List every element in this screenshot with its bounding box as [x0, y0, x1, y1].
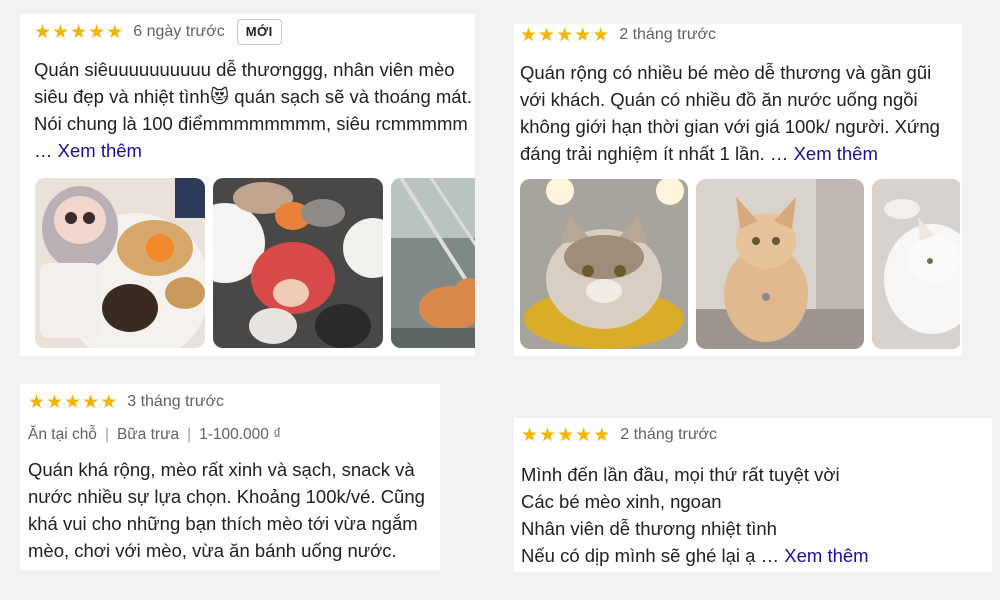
star-icon: ★	[557, 424, 575, 446]
review-date: 6 ngày trước	[133, 23, 225, 40]
star-icon: ★	[34, 21, 52, 43]
review-photos	[35, 178, 475, 348]
review-photo-2[interactable]	[213, 178, 383, 348]
star-icon: ★	[28, 391, 46, 413]
star-icon: ★	[100, 391, 118, 413]
separator: |	[104, 426, 109, 443]
rating-row: ★ ★ ★ ★ ★ 6 ngày trước MỚI	[34, 18, 465, 46]
meal-type: Bữa trưa	[116, 426, 180, 443]
review-text: Quán khá rộng, mèo rất xinh và sạch, sna…	[28, 456, 440, 564]
star-icon: ★	[88, 21, 106, 43]
star-rating: ★ ★ ★ ★ ★	[34, 22, 123, 42]
review-card-4: ★ ★ ★ ★ ★ 2 tháng trước Mình đến lần đầu, mọ…	[514, 418, 992, 572]
star-icon: ★	[521, 424, 539, 446]
star-icon: ★	[64, 391, 82, 413]
star-icon: ★	[70, 21, 88, 43]
review-body: Quán khá rộng, mèo rất xinh và sạch, sna…	[28, 459, 425, 561]
cafe-table-photo	[35, 178, 205, 348]
star-icon: ★	[82, 391, 100, 413]
review-line: Các bé mèo xinh, ngoan	[521, 491, 722, 512]
star-icon: ★	[106, 21, 124, 43]
see-more-link[interactable]: Xem thêm	[58, 140, 142, 161]
star-icon: ★	[538, 24, 556, 46]
review-card-2: ★ ★ ★ ★ ★ 2 tháng trước Quán rộng có nhiều b…	[514, 24, 962, 356]
review-date: 2 tháng trước	[620, 426, 718, 443]
price-range: 1-100.000 ₫	[199, 426, 282, 443]
service-type: Ăn tại chỗ	[28, 426, 97, 443]
star-icon: ★	[575, 424, 593, 446]
visit-details: Ăn tại chỗ | Bữa trưa | 1-100.000 ₫	[28, 426, 436, 444]
review-line: Mình đến lần đầu, mọi thứ rất tuyệt vời	[521, 464, 840, 485]
star-rating: ★ ★ ★ ★ ★	[521, 425, 610, 445]
see-more-link[interactable]: Xem thêm	[794, 143, 878, 164]
new-badge: MỚI	[236, 19, 282, 45]
star-icon: ★	[539, 424, 557, 446]
tabby-cat-photo	[520, 179, 688, 349]
review-line-text: Nếu có dịp mình sẽ ghé lại ạ …	[521, 545, 780, 566]
orange-cat-photo	[391, 178, 475, 348]
star-icon: ★	[556, 24, 574, 46]
separator: |	[187, 426, 192, 443]
star-icon: ★	[574, 24, 592, 46]
review-photo-1[interactable]	[520, 179, 688, 349]
review-text: Quán rộng có nhiều bé mèo dễ thương và g…	[520, 59, 960, 167]
review-photo-3[interactable]	[872, 179, 960, 349]
review-line: Nhân viên dễ thương nhiệt tình	[521, 518, 777, 539]
star-rating: ★ ★ ★ ★ ★	[28, 392, 117, 412]
review-text: Mình đến lần đầu, mọi thứ rất tuyệt vời …	[521, 461, 988, 569]
review-photo-3[interactable]	[391, 178, 475, 348]
rating-row: ★ ★ ★ ★ ★ 3 tháng trước	[28, 388, 436, 416]
review-text: Quán siêuuuuuuuuuu dễ thươnggg, nhân viê…	[34, 56, 474, 164]
review-date: 3 tháng trước	[127, 393, 225, 410]
star-icon: ★	[520, 24, 538, 46]
rating-row: ★ ★ ★ ★ ★ 2 tháng trước	[521, 421, 988, 449]
maine-coon-photo	[696, 179, 864, 349]
review-card-1: ★ ★ ★ ★ ★ 6 ngày trước MỚI Quán siêuuuuuuuuu…	[20, 14, 475, 356]
star-rating: ★ ★ ★ ★ ★	[520, 25, 609, 45]
review-date: 2 tháng trước	[619, 26, 717, 43]
white-cat-photo	[872, 179, 960, 349]
star-icon: ★	[46, 391, 64, 413]
review-photo-1[interactable]	[35, 178, 205, 348]
star-icon: ★	[593, 424, 611, 446]
rating-row: ★ ★ ★ ★ ★ 2 tháng trước	[520, 21, 954, 49]
see-more-link[interactable]: Xem thêm	[784, 545, 868, 566]
review-photos	[520, 179, 960, 349]
review-line-last: Nếu có dịp mình sẽ ghé lại ạ … Xem thêm	[521, 542, 988, 569]
star-icon: ★	[52, 21, 70, 43]
review-card-3: ★ ★ ★ ★ ★ 3 tháng trước Ăn tại chỗ | Bữa trư…	[20, 384, 440, 570]
review-photo-2[interactable]	[696, 179, 864, 349]
star-icon: ★	[592, 24, 610, 46]
cats-and-child-photo	[213, 178, 383, 348]
